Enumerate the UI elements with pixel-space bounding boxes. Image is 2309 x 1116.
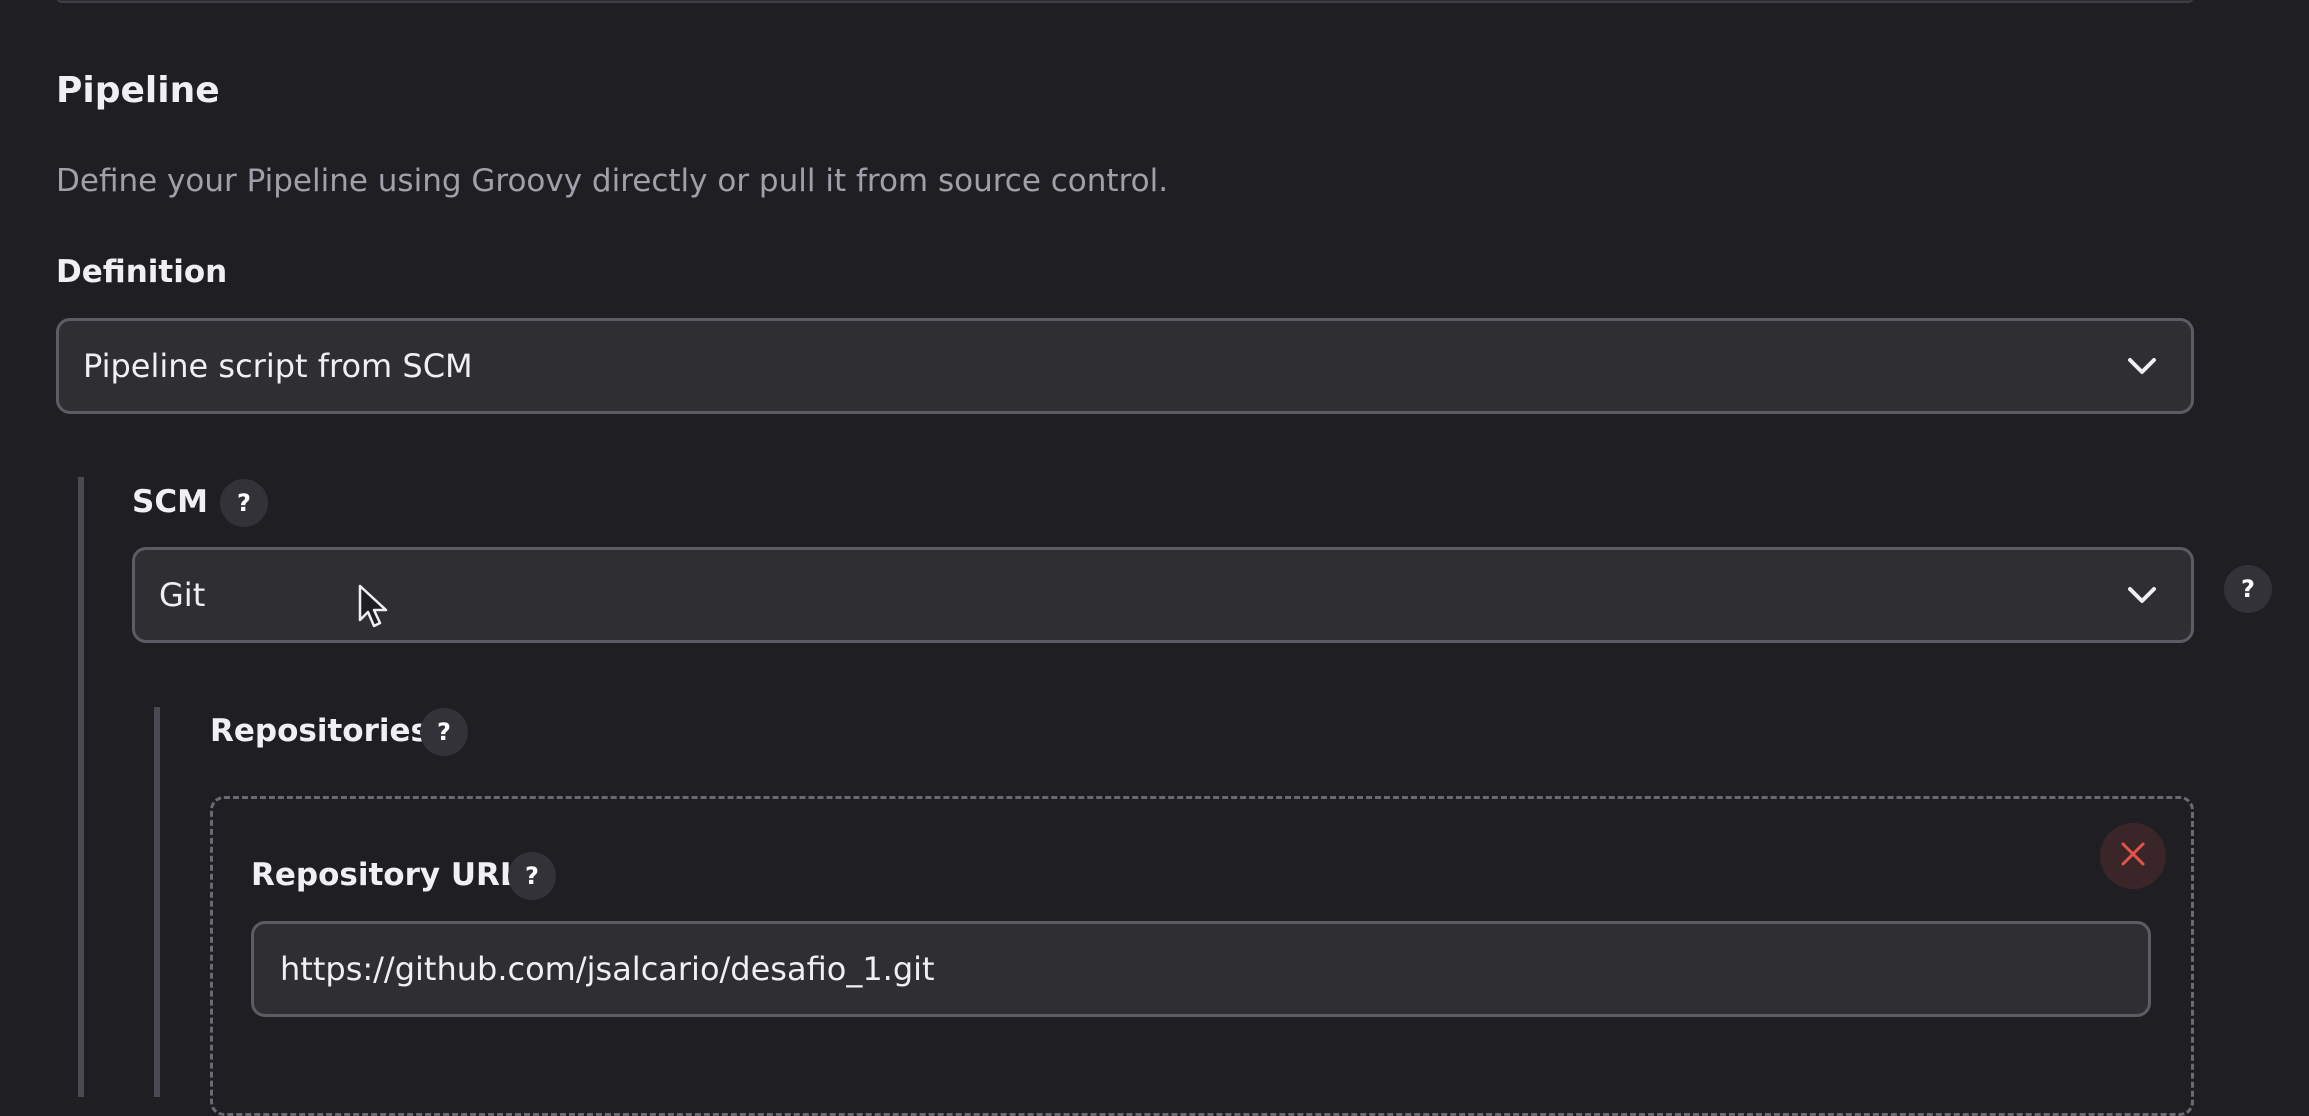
scm-nesting-line	[78, 477, 84, 1097]
repository-url-help-button[interactable]: ?	[508, 852, 556, 900]
question-mark-icon: ?	[2241, 575, 2255, 603]
question-mark-icon: ?	[437, 718, 451, 746]
question-mark-icon: ?	[237, 489, 251, 517]
repository-url-input[interactable]	[251, 921, 2151, 1017]
definition-label: Definition	[56, 254, 228, 290]
repository-url-label: Repository URL	[251, 857, 520, 893]
scm-label: SCM	[132, 484, 208, 520]
delete-repository-button[interactable]	[2100, 823, 2166, 889]
question-mark-icon: ?	[525, 862, 539, 890]
scm-select[interactable]: Git	[132, 547, 2194, 643]
previous-section-divider	[56, 0, 2194, 3]
repositories-help-button[interactable]: ?	[420, 708, 468, 756]
scm-select-help-button[interactable]: ?	[2224, 565, 2272, 613]
definition-selected-value: Pipeline script from SCM	[83, 347, 473, 385]
definition-select[interactable]: Pipeline script from SCM	[56, 318, 2194, 414]
section-description: Define your Pipeline using Groovy direct…	[56, 163, 1169, 199]
scm-help-button[interactable]: ?	[220, 479, 268, 527]
scm-selected-value: Git	[159, 576, 206, 614]
close-icon	[2120, 841, 2146, 871]
section-title-pipeline: Pipeline	[56, 70, 220, 111]
repositories-label: Repositories	[210, 713, 429, 749]
repositories-nesting-line	[154, 707, 160, 1097]
chevron-down-icon	[2121, 345, 2163, 387]
chevron-down-icon	[2121, 574, 2163, 616]
